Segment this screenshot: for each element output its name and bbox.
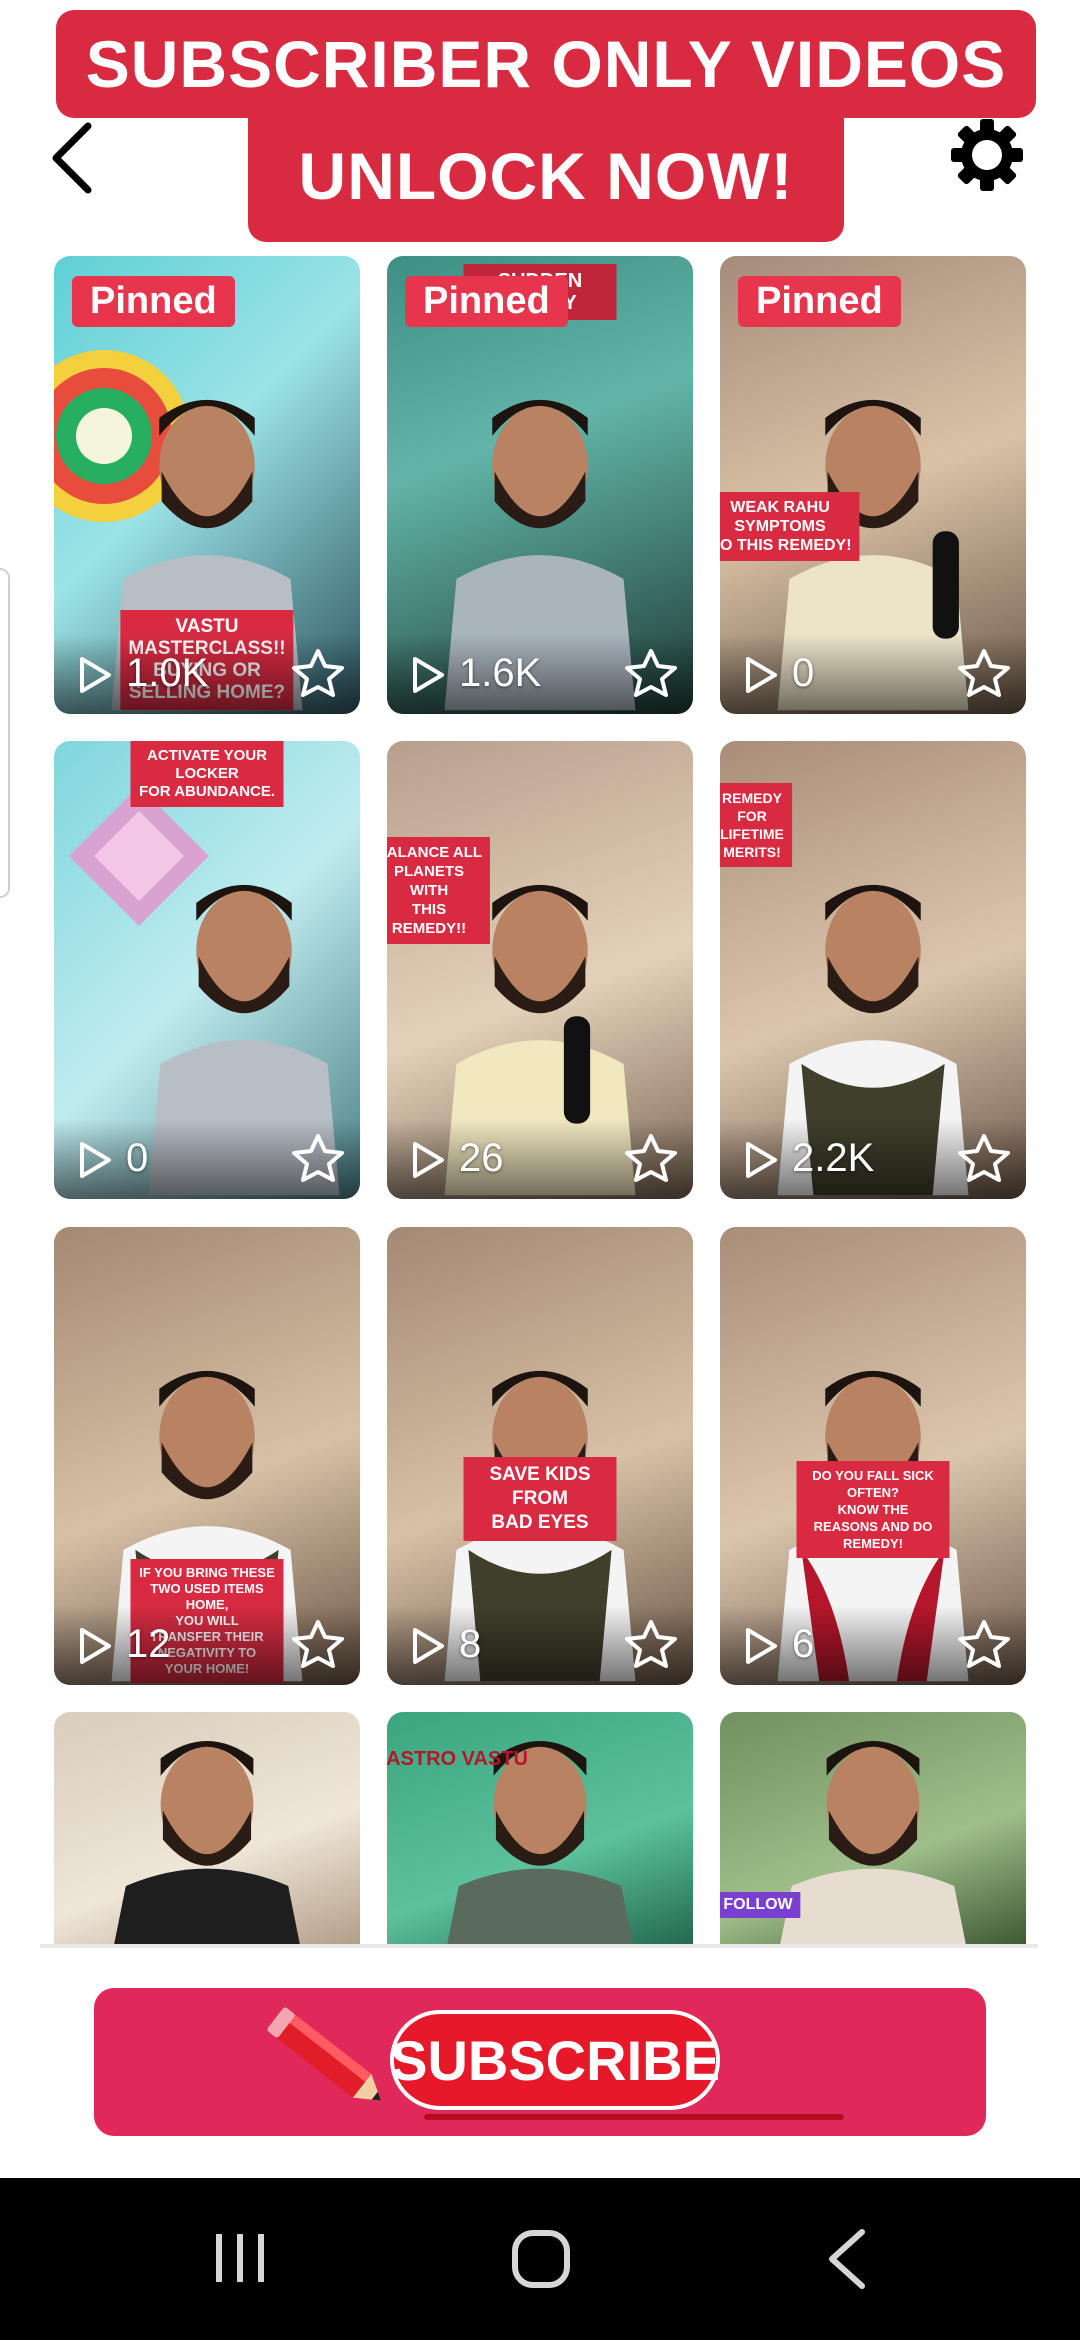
video-caption: ASTRO VASTU (387, 1748, 528, 1770)
pinned-badge: Pinned (72, 276, 235, 327)
chevron-left-icon[interactable] (44, 118, 104, 198)
video-caption: REMEDY FOR LIFETIME MERITS! (720, 783, 792, 867)
play-icon (80, 1628, 111, 1664)
view-count: 6 (792, 1622, 815, 1666)
play-icon (80, 657, 111, 693)
view-count: 0 (792, 651, 815, 695)
favorite-star-icon[interactable] (956, 1133, 1012, 1183)
pencil-icon (267, 2007, 382, 2101)
favorite-star-icon[interactable] (623, 1133, 679, 1183)
video-tile-11[interactable]: ASTRO VASTU (387, 1712, 693, 1944)
view-count: 1.0K (126, 651, 209, 695)
play-icon (80, 1142, 111, 1178)
favorite-star-icon[interactable] (623, 1619, 679, 1669)
view-count: 0 (126, 1136, 149, 1180)
system-nav-bar (0, 2178, 1080, 2340)
video-caption: SAVE KIDS FROM BAD EYES (463, 1457, 617, 1541)
favorite-star-icon[interactable] (956, 648, 1012, 698)
subscribe-underline (424, 2114, 844, 2120)
favorite-star-icon[interactable] (956, 1619, 1012, 1669)
favorite-star-icon[interactable] (290, 1133, 346, 1183)
view-count: 1.6K (459, 651, 542, 695)
video-caption: FOLLOW (720, 1892, 801, 1918)
grid-bottom-divider (40, 1944, 1038, 1948)
video-tile-1[interactable]: Pinned VASTU MASTERCLASS!! BUYING OR SEL… (54, 256, 360, 714)
profile-video-screen: SUBSCRIBER ONLY VIDEOS UNLOCK NOW! Pinne… (0, 0, 1080, 2340)
subscribe-label: SUBSCRIBE (390, 2010, 720, 2110)
pinned-badge: Pinned (405, 276, 568, 327)
play-icon (413, 1628, 444, 1664)
video-tile-9[interactable]: DO YOU FALL SICK OFTEN? KNOW THE REASONS… (720, 1227, 1026, 1685)
presenter-image (114, 1741, 300, 1944)
gear-icon[interactable] (950, 118, 1024, 192)
video-tile-4[interactable]: ACTIVATE YOUR LOCKER FOR ABUNDANCE. 0 (54, 741, 360, 1199)
pinned-badge: Pinned (738, 276, 901, 327)
view-count: 8 (459, 1622, 482, 1666)
video-caption: WEAK RAHU SYMPTOMS DO THIS REMEDY! (720, 492, 860, 561)
video-tile-8[interactable]: SAVE KIDS FROM BAD EYES 8 (387, 1227, 693, 1685)
video-tile-7[interactable]: IF YOU BRING THESE TWO USED ITEMS HOME, … (54, 1227, 360, 1685)
back-icon[interactable] (824, 2226, 870, 2292)
video-caption: DO YOU FALL SICK OFTEN? KNOW THE REASONS… (796, 1461, 950, 1558)
video-tile-2[interactable]: SUDDEN MONEY Pinned 1.6K (387, 256, 693, 714)
favorite-star-icon[interactable] (290, 648, 346, 698)
view-count: 12 (126, 1622, 171, 1666)
video-tile-10[interactable] (54, 1712, 360, 1944)
favorite-star-icon[interactable] (623, 648, 679, 698)
favorite-star-icon[interactable] (290, 1619, 346, 1669)
video-tile-12[interactable]: FOLLOW (720, 1712, 1026, 1944)
promo-banner-line1: SUBSCRIBER ONLY VIDEOS (56, 10, 1036, 118)
play-icon (413, 657, 444, 693)
view-count: 2.2K (792, 1136, 875, 1180)
video-caption: ACTIVATE YOUR LOCKER FOR ABUNDANCE. (130, 741, 284, 807)
play-icon (746, 1628, 777, 1664)
promo-banner-line2: UNLOCK NOW! (248, 110, 844, 242)
view-count: 26 (459, 1136, 504, 1180)
video-tile-5[interactable]: BALANCE ALL PLANETS WITH THIS REMEDY!! 2… (387, 741, 693, 1199)
play-icon (746, 1142, 777, 1178)
home-icon[interactable] (510, 2228, 572, 2290)
video-tile-6[interactable]: REMEDY FOR LIFETIME MERITS! 2.2K (720, 741, 1026, 1199)
recents-icon[interactable] (210, 2228, 270, 2288)
subscribe-button[interactable]: SUBSCRIBE (94, 1988, 986, 2136)
side-scroll-handle[interactable] (0, 568, 10, 898)
play-icon (413, 1142, 444, 1178)
video-tile-3[interactable]: Pinned WEAK RAHU SYMPTOMS DO THIS REMEDY… (720, 256, 1026, 714)
play-icon (746, 657, 777, 693)
video-caption: BALANCE ALL PLANETS WITH THIS REMEDY!! (387, 837, 491, 944)
